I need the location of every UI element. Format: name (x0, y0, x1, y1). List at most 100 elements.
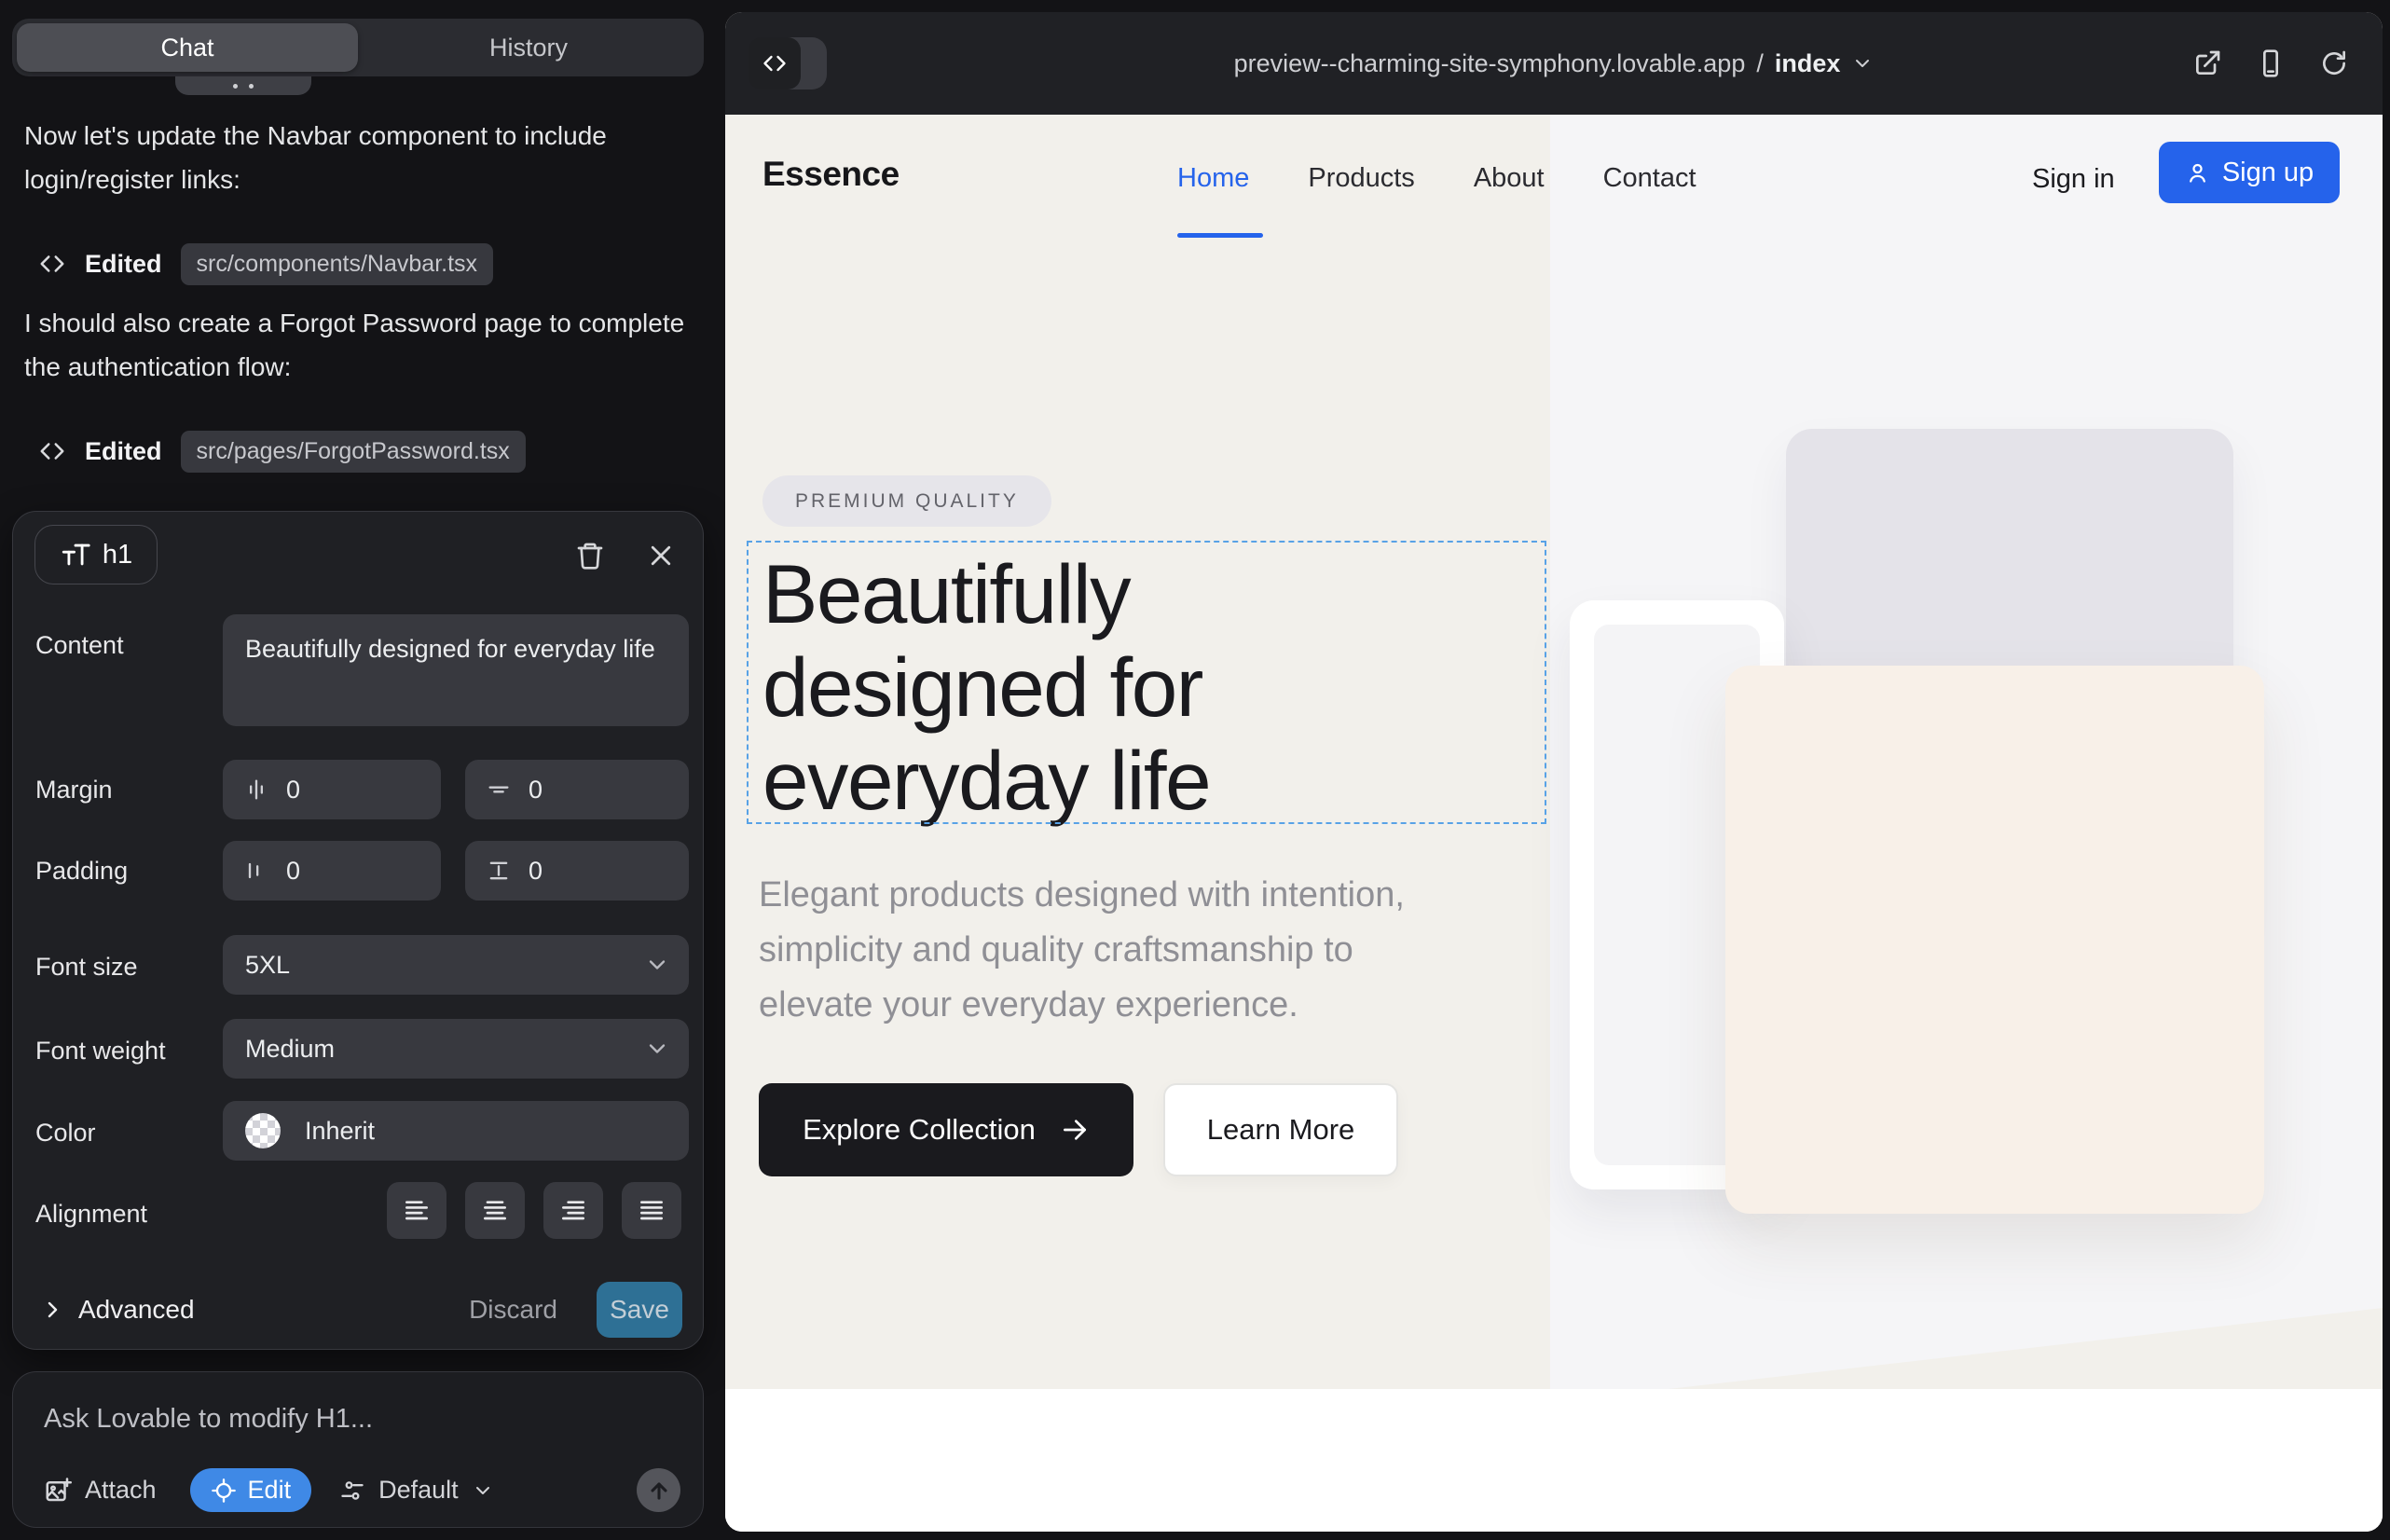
align-left-button[interactable] (387, 1182, 446, 1239)
padding-y-value: 0 (529, 857, 543, 886)
chevron-down-icon (1851, 52, 1874, 75)
nav-link-contact[interactable]: Contact (1603, 163, 1696, 194)
code-icon (38, 437, 66, 465)
send-button[interactable] (637, 1468, 680, 1512)
padding-x-input[interactable]: 0 (223, 841, 441, 901)
chevron-down-icon (644, 952, 670, 978)
font-size-select[interactable]: 5XL (223, 935, 689, 995)
url-host: preview--charming-site-symphony.lovable.… (1234, 49, 1746, 78)
assistant-message: Now let's update the Navbar component to… (24, 114, 688, 201)
advanced-label: Advanced (78, 1295, 195, 1325)
edit-mode-button[interactable]: Edit (190, 1468, 312, 1512)
site-logo[interactable]: Essence (762, 155, 900, 194)
padding-vertical-icon (486, 858, 512, 884)
learn-more-button[interactable]: Learn More (1163, 1083, 1398, 1176)
align-right-button[interactable] (543, 1182, 603, 1239)
composer-toolbar: Attach Edit Default (44, 1468, 680, 1512)
content-input[interactable]: Beautifully designed for everyday life (223, 614, 689, 726)
alignment-buttons (387, 1182, 681, 1239)
margin-label: Margin (35, 776, 113, 804)
tab-chat[interactable]: Chat (17, 23, 358, 72)
image-plus-icon (44, 1477, 72, 1505)
preview-url[interactable]: preview--charming-site-symphony.lovable.… (725, 12, 2383, 115)
font-weight-select[interactable]: Medium (223, 1019, 689, 1079)
assistant-message: I should also create a Forgot Password p… (24, 301, 688, 389)
padding-y-input[interactable]: 0 (465, 841, 689, 901)
app-window: Chat History Now let's update the Navbar… (0, 0, 2390, 1540)
edited-file-row: Edited src/pages/ForgotPassword.tsx (38, 429, 526, 474)
selected-element-tag: h1 (34, 525, 158, 584)
mode-select[interactable]: Default (339, 1476, 494, 1505)
font-size-value: 5XL (245, 951, 290, 980)
chevron-right-icon (41, 1299, 63, 1321)
type-icon (60, 539, 91, 571)
explore-collection-button[interactable]: Explore Collection (759, 1083, 1133, 1176)
margin-x-value: 0 (286, 776, 300, 804)
element-tag-label: h1 (103, 540, 132, 571)
color-select[interactable]: Inherit (223, 1101, 689, 1161)
padding-horizontal-icon (243, 858, 269, 884)
code-icon (38, 250, 66, 278)
align-justify-button[interactable] (622, 1182, 681, 1239)
color-label: Color (35, 1119, 96, 1148)
align-center-button[interactable] (465, 1182, 525, 1239)
site-preview-window: preview--charming-site-symphony.lovable.… (725, 12, 2383, 1532)
panel-footer: Advanced Discard Save (41, 1282, 682, 1338)
mobile-view-icon[interactable] (2256, 48, 2286, 78)
advanced-toggle[interactable]: Advanced (41, 1295, 195, 1325)
tab-history[interactable]: History (358, 23, 699, 72)
hero-description: Elegant products designed with intention… (759, 868, 1467, 1033)
margin-y-input[interactable]: 0 (465, 760, 689, 819)
edited-file-row: Edited src/components/Navbar.tsx (38, 241, 493, 286)
site-viewport: Essence Home Products About Contact Sign… (725, 115, 2383, 1532)
target-icon (211, 1478, 237, 1504)
file-chip[interactable]: src/components/Navbar.tsx (181, 243, 494, 285)
margin-vertical-icon (486, 777, 512, 803)
padding-x-value: 0 (286, 857, 300, 886)
edit-label: Edit (248, 1476, 292, 1505)
font-weight-label: Font weight (35, 1037, 166, 1066)
site-nav: Home Products About Contact (1177, 163, 1696, 194)
margin-x-input[interactable]: 0 (223, 760, 441, 819)
nav-link-home[interactable]: Home (1177, 163, 1249, 194)
browser-actions (2192, 12, 2349, 115)
nav-link-about[interactable]: About (1474, 163, 1545, 194)
sign-in-link[interactable]: Sign in (2032, 164, 2115, 195)
margin-horizontal-icon (243, 777, 269, 803)
url-page: index (1775, 49, 1841, 78)
scrolled-button-partial[interactable] (175, 76, 311, 95)
alignment-label: Alignment (35, 1200, 147, 1229)
save-button[interactable]: Save (597, 1282, 682, 1338)
hero-badge: PREMIUM QUALITY (762, 475, 1051, 527)
delete-element-button[interactable] (572, 538, 608, 573)
h1-selection-outline[interactable] (747, 541, 1546, 824)
file-chip[interactable]: src/pages/ForgotPassword.tsx (181, 431, 526, 473)
hero-image-card-front (1725, 666, 2264, 1214)
close-panel-button[interactable] (643, 538, 679, 573)
chat-history-tabs: Chat History (12, 19, 704, 76)
attach-label: Attach (85, 1476, 157, 1505)
chevron-down-icon (644, 1036, 670, 1062)
arrow-up-icon (646, 1478, 672, 1504)
mode-label: Default (378, 1476, 459, 1505)
font-size-label: Font size (35, 953, 138, 982)
nav-link-products[interactable]: Products (1308, 163, 1414, 194)
padding-label: Padding (35, 857, 128, 886)
explore-collection-label: Explore Collection (803, 1113, 1036, 1147)
color-value: Inherit (305, 1117, 375, 1146)
refresh-icon[interactable] (2319, 48, 2349, 78)
next-section (725, 1389, 2383, 1532)
user-icon (2185, 160, 2210, 186)
chat-composer: Ask Lovable to modify H1... Attach Edit … (12, 1371, 704, 1528)
element-editor-panel: h1 Content Beautifully designed for ever… (12, 511, 704, 1350)
preview-browser-bar: preview--charming-site-symphony.lovable.… (725, 12, 2383, 115)
margin-y-value: 0 (529, 776, 543, 804)
sign-up-button[interactable]: Sign up (2159, 142, 2340, 203)
open-external-icon[interactable] (2192, 48, 2222, 78)
attach-button[interactable]: Attach (44, 1476, 157, 1505)
edited-label: Edited (85, 437, 162, 466)
edited-label: Edited (85, 250, 162, 279)
discard-button[interactable]: Discard (469, 1295, 557, 1325)
sliders-icon (339, 1478, 365, 1504)
composer-input[interactable]: Ask Lovable to modify H1... (44, 1404, 373, 1435)
